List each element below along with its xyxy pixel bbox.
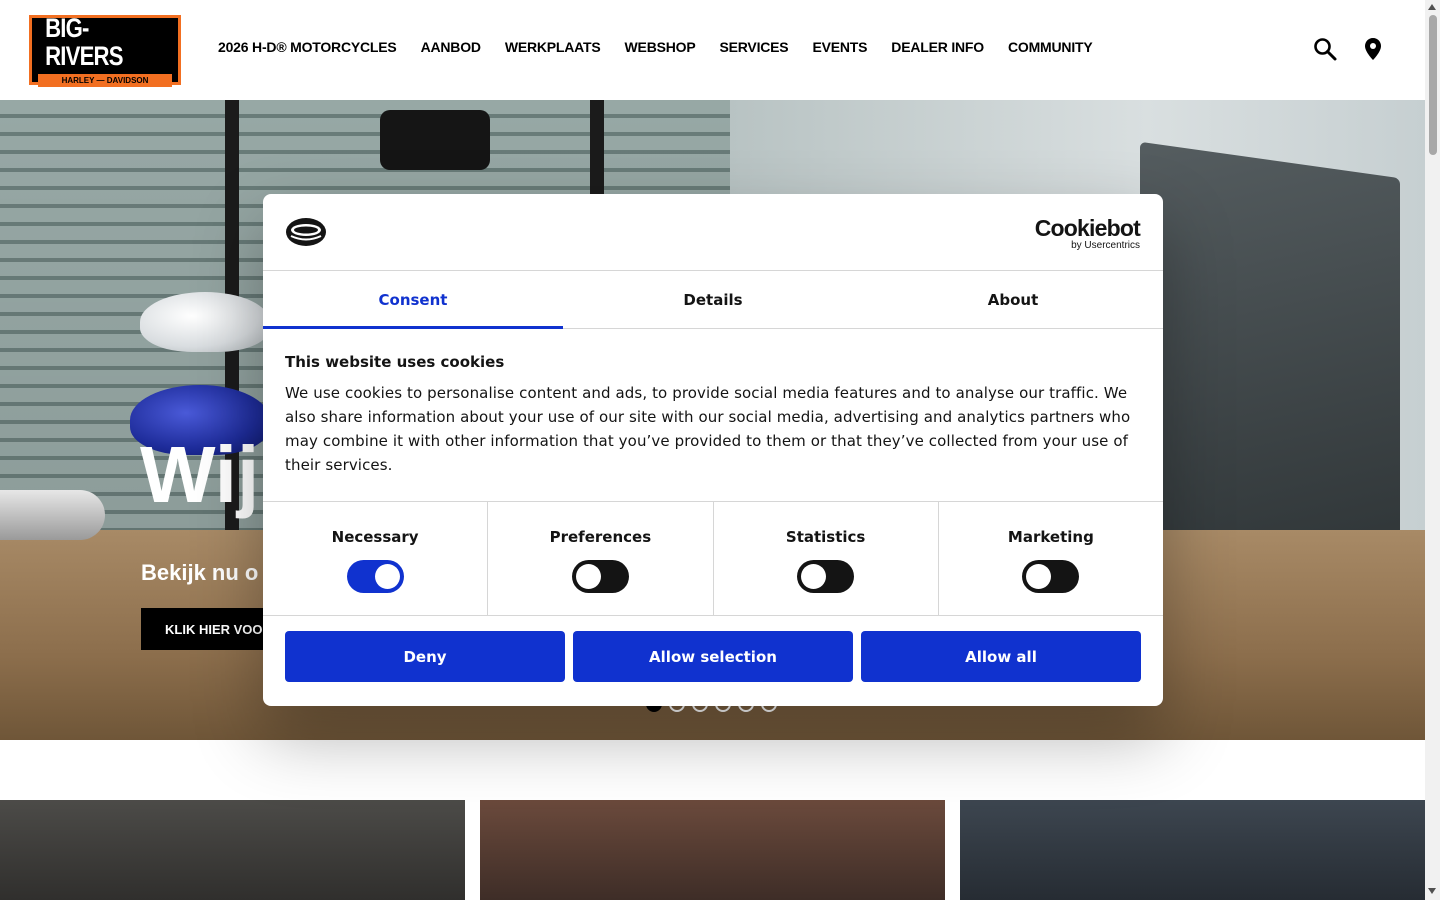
logo-inner: BIG-RIVERS HARLEY — DAVIDSON	[32, 14, 178, 87]
pref-necessary: Necessary	[263, 502, 489, 615]
hero-saddlebag-image	[380, 110, 490, 170]
logo-subtext: HARLEY — DAVIDSON	[37, 73, 173, 87]
scrollbar-thumb[interactable]	[1429, 15, 1437, 155]
logo-text: BIG-RIVERS	[45, 12, 123, 71]
nav-item-dealer-info[interactable]: DEALER INFO	[891, 39, 984, 55]
tab-about[interactable]: About	[863, 271, 1163, 328]
tab-consent[interactable]: Consent	[263, 271, 563, 329]
site-header: BIG-RIVERS HARLEY — DAVIDSON 2026 H-D® M…	[0, 0, 1425, 100]
promo-card[interactable]	[960, 800, 1425, 900]
cookiebot-brand-sub: by Usercentrics	[1071, 240, 1140, 251]
nav-item-services[interactable]: SERVICES	[720, 39, 789, 55]
toggle-knob	[801, 564, 827, 589]
search-icon[interactable]	[1312, 36, 1338, 62]
statistics-toggle[interactable]	[797, 560, 855, 593]
location-pin-icon[interactable]	[1360, 36, 1386, 62]
consent-preferences: Necessary Preferences Statistics Marketi…	[263, 502, 1163, 616]
toggle-knob	[575, 564, 601, 589]
dialog-header: Cookiebot by Usercentrics	[263, 194, 1163, 271]
site-logo[interactable]: BIG-RIVERS HARLEY — DAVIDSON	[29, 14, 181, 87]
cookie-consent-dialog: Cookiebot by Usercentrics Consent Detail…	[263, 194, 1163, 706]
cookiebot-logo-icon	[285, 217, 327, 247]
scroll-down-arrow-icon[interactable]	[1428, 888, 1436, 894]
pref-marketing: Marketing	[939, 502, 1163, 615]
pref-label: Statistics	[785, 528, 866, 546]
dialog-description: We use cookies to personalise content an…	[285, 384, 1131, 474]
promo-card[interactable]	[0, 800, 465, 900]
allow-selection-button[interactable]: Allow selection	[573, 631, 853, 682]
marketing-toggle[interactable]	[1022, 560, 1080, 593]
nav-item-werkplaats[interactable]: WERKPLAATS	[505, 39, 601, 55]
pref-label: Necessary	[331, 528, 419, 546]
hero-tank-image	[140, 292, 270, 352]
nav-item-community[interactable]: COMMUNITY	[1008, 39, 1093, 55]
dialog-title: This website uses cookies	[285, 353, 505, 371]
main-nav: 2026 H-D® MOTORCYCLES AANBOD WERKPLAATS …	[218, 39, 1117, 55]
necessary-toggle[interactable]	[346, 560, 404, 593]
hero-title: Wij	[140, 430, 260, 519]
pref-statistics: Statistics	[714, 502, 939, 615]
scroll-up-arrow-icon[interactable]	[1428, 4, 1436, 10]
nav-item-aanbod[interactable]: AANBOD	[421, 39, 481, 55]
pref-label: Preferences	[549, 528, 652, 546]
cookiebot-brand-name: Cookiebot	[1034, 215, 1141, 241]
toggle-knob	[374, 564, 400, 589]
deny-button[interactable]: Deny	[285, 631, 565, 682]
promo-card[interactable]	[480, 800, 945, 900]
cookiebot-brand: Cookiebot by Usercentrics	[1034, 215, 1141, 251]
tab-details[interactable]: Details	[563, 271, 863, 328]
hero-subtitle: Bekijk nu o	[141, 560, 259, 585]
dialog-tabs: Consent Details About	[263, 271, 1163, 329]
nav-item-webshop[interactable]: WEBSHOP	[625, 39, 696, 55]
pref-label: Marketing	[1007, 528, 1094, 546]
toggle-knob	[1026, 564, 1052, 589]
preferences-toggle[interactable]	[571, 560, 629, 593]
nav-item-motorcycles[interactable]: 2026 H-D® MOTORCYCLES	[218, 39, 397, 55]
hero-exhaust-image	[0, 490, 105, 540]
allow-all-button[interactable]: Allow all	[861, 631, 1141, 682]
dialog-actions: Deny Allow selection Allow all	[263, 616, 1163, 697]
pref-preferences: Preferences	[488, 502, 714, 615]
dialog-body: This website uses cookies We use cookies…	[263, 329, 1163, 502]
nav-item-events[interactable]: EVENTS	[812, 39, 867, 55]
